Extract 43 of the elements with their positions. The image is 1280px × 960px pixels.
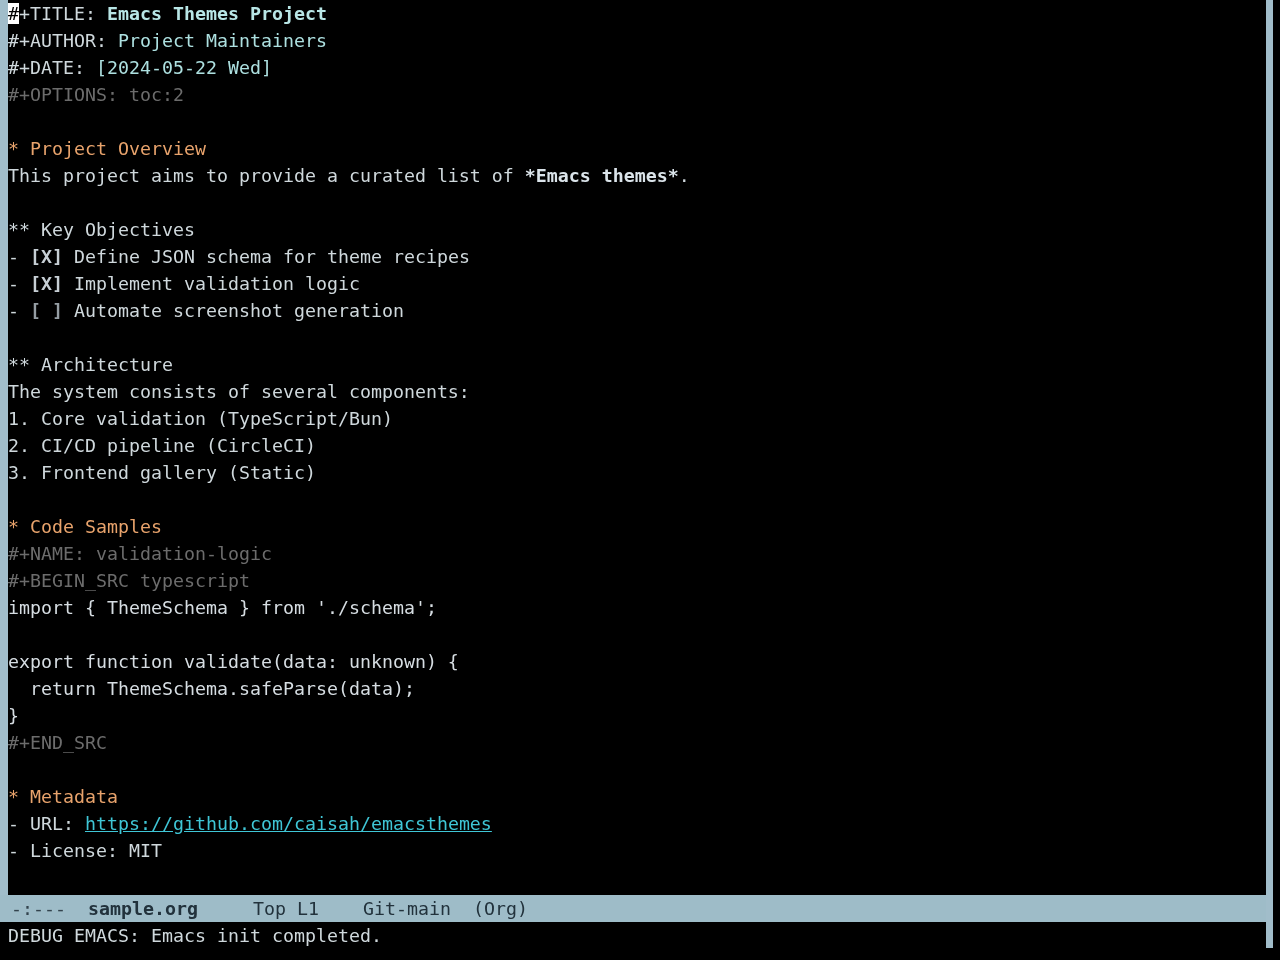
meta-line: #+NAME: validation-logic: [8, 543, 272, 564]
list-bullet: -: [8, 273, 19, 294]
vc-branch: Git-main: [362, 897, 451, 921]
subheading: ** Architecture: [8, 354, 173, 375]
code-line: import { ThemeSchema } from './schema';: [8, 597, 437, 618]
subheading: ** Key Objectives: [8, 219, 195, 240]
heading: * Code Samples: [8, 516, 162, 537]
checkbox[interactable]: [X]: [30, 246, 63, 267]
heading: * Project Overview: [8, 138, 206, 159]
keyword-value: [2024-05-22 Wed]: [96, 57, 272, 78]
text-line: - License: MIT: [8, 840, 162, 861]
keyword-label: #+DATE:: [8, 57, 85, 78]
code-line: export function validate(data: unknown) {: [8, 651, 459, 672]
paragraph: This project aims to provide a curated list of *Emacs themes*.: [8, 165, 690, 186]
checklist-text: Define JSON schema for theme recipes: [74, 246, 470, 267]
list-item: 2. CI/CD pipeline (CircleCI): [8, 435, 316, 456]
major-mode: (Org): [472, 897, 528, 921]
list-bullet: -: [8, 300, 19, 321]
keyword-label: #+AUTHOR:: [8, 30, 107, 51]
meta-line: #+END_SRC: [8, 732, 107, 753]
url-link[interactable]: https://github.com/caisah/emacsthemes: [85, 813, 492, 834]
list-item: 3. Frontend gallery (Static): [8, 462, 316, 483]
echo-area-message: DEBUG EMACS: Emacs init completed.: [8, 924, 382, 948]
checklist-text: Automate screenshot generation: [74, 300, 404, 321]
meta-line: #+OPTIONS: toc:2: [8, 84, 184, 105]
code-line: }: [8, 705, 19, 726]
checkbox[interactable]: [ ]: [30, 300, 63, 321]
property-label: - URL:: [8, 813, 74, 834]
checkbox[interactable]: [X]: [30, 273, 63, 294]
keyword-label: +TITLE:: [19, 3, 96, 24]
buffer-position: Top L1: [252, 897, 319, 921]
meta-line: #+BEGIN_SRC typescript: [8, 570, 250, 591]
text-cursor: #: [8, 3, 19, 24]
keyword-value: Project Maintainers: [118, 30, 327, 51]
list-bullet: -: [8, 246, 19, 267]
heading: * Metadata: [8, 786, 118, 807]
text-line: The system consists of several components:: [8, 381, 470, 402]
checklist-text: Implement validation logic: [74, 273, 360, 294]
list-item: 1. Core validation (TypeScript/Bun): [8, 408, 393, 429]
code-line: return ThemeSchema.safeParse(data);: [29, 678, 415, 699]
keyword-value: Emacs Themes Project: [107, 3, 327, 24]
buffer-name: sample.org: [88, 897, 198, 921]
mode-line-status: -:---: [11, 897, 66, 921]
